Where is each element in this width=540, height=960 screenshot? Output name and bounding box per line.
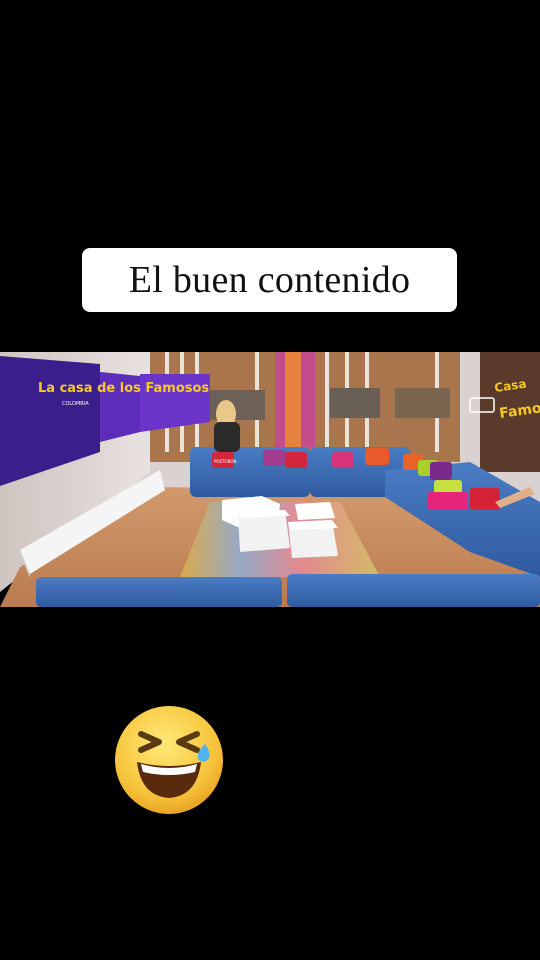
caption-text: El buen contenido [128, 259, 411, 301]
laughing-with-tear-emoji-icon [113, 704, 225, 816]
living-room-image: La casa de los Famosos COLOMBIA Casa Fam… [0, 352, 540, 607]
caption-box: El buen contenido [82, 248, 457, 312]
show-logo-sub: COLOMBIA [62, 401, 89, 407]
pillow-label: POSTOBÓN [214, 459, 237, 464]
video-frame: La casa de los Famosos COLOMBIA Casa Fam… [0, 352, 540, 607]
show-logo-text: La casa de los Famosos [38, 381, 209, 396]
